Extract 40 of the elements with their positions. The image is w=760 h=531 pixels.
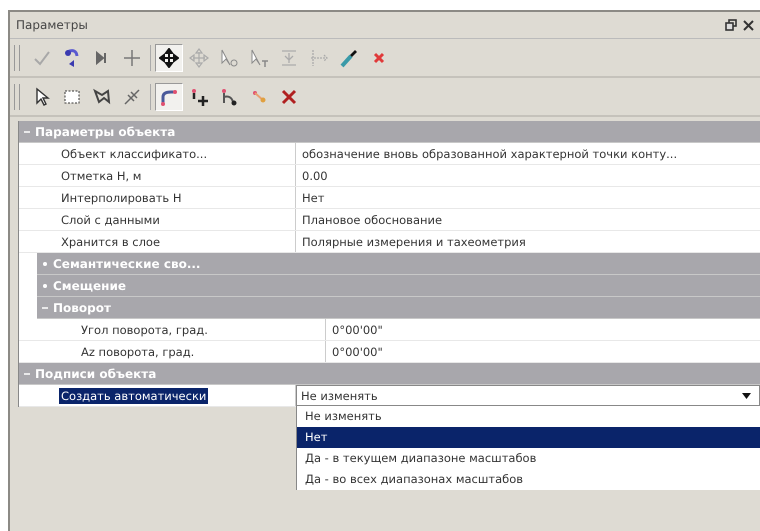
move-tool-button[interactable] <box>155 44 183 72</box>
cursor-circle-icon <box>219 48 239 68</box>
property-value: Полярные измерения и тахеометрия <box>302 234 526 248</box>
property-label[interactable]: Угол поворота, град. <box>79 322 210 338</box>
dropdown-arrow-icon <box>742 392 751 398</box>
dropdown-option[interactable]: Нет <box>297 427 760 448</box>
move-icon <box>159 48 179 68</box>
snap-icon <box>122 86 142 106</box>
property-value: Нет <box>302 190 324 204</box>
cursor-t-icon <box>249 48 269 68</box>
move-outline-icon <box>189 48 209 68</box>
property-label[interactable]: Az поворота, град. <box>79 344 196 360</box>
property-label[interactable]: Отметка H, м <box>59 168 144 184</box>
property-value: 0°00'00" <box>332 322 383 336</box>
property-label[interactable]: Объект классификато... <box>59 146 210 162</box>
bullet-icon[interactable] <box>41 282 49 290</box>
property-value: 0.00 <box>302 168 328 182</box>
dropdown-option[interactable]: Да - в текущем диапазоне масштабов <box>297 448 760 469</box>
lasso-icon <box>92 86 112 106</box>
node-step-icon <box>219 86 239 106</box>
property-label[interactable]: Создать автоматически <box>59 388 208 404</box>
arrows-icon <box>309 48 329 68</box>
property-value: 0°00'00" <box>332 344 383 358</box>
curve-tool-button[interactable] <box>155 82 183 110</box>
property-value: Плановое обоснование <box>302 212 442 226</box>
value-dropdown[interactable]: Не изменять <box>296 385 760 406</box>
window-title: Параметры <box>16 18 89 32</box>
property-value: обозначение вновь образованной характерной точки конту... <box>302 146 678 160</box>
property-label[interactable]: Хранится в слое <box>59 234 162 250</box>
property-label[interactable]: Интерполировать H <box>59 190 184 206</box>
align-icon <box>279 48 299 68</box>
dropdown-option[interactable]: Не изменять <box>297 406 760 427</box>
bullet-icon[interactable] <box>41 260 49 268</box>
dropdown-option[interactable]: Да - во всех диапазонах масштабов <box>297 469 760 490</box>
property-label[interactable]: Слой с данными <box>59 212 162 228</box>
pipette-icon <box>339 48 359 68</box>
close-icon[interactable] <box>743 20 754 30</box>
cross-icon <box>122 48 142 68</box>
restore-icon[interactable] <box>725 19 737 31</box>
node-plus-icon <box>189 86 209 106</box>
